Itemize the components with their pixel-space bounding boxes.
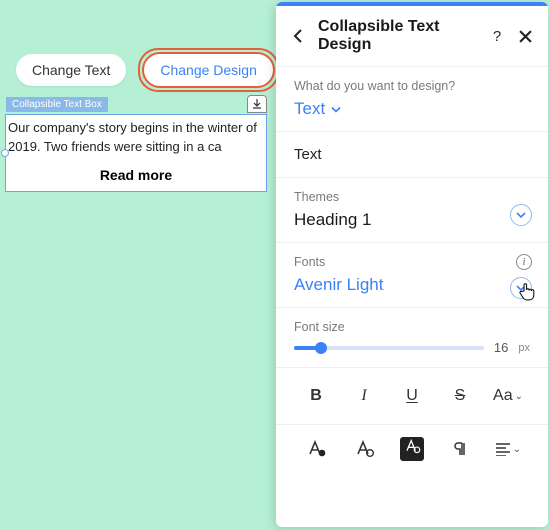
font-size-value: 16 (494, 340, 508, 355)
panel-header: Collapsible Text Design ? (276, 6, 548, 67)
close-icon (519, 30, 532, 43)
back-button[interactable] (290, 27, 308, 45)
fonts-section: i Fonts Avenir Light (276, 243, 548, 308)
fonts-label: Fonts (294, 255, 530, 269)
fonts-value: Avenir Light (294, 275, 530, 295)
change-design-button[interactable]: Change Design (142, 52, 275, 88)
text-direction-button[interactable] (445, 437, 475, 461)
themes-label: Themes (294, 190, 530, 204)
collapsible-text-box[interactable]: Collapsible Text Box Our company's story… (5, 114, 267, 192)
themes-dropdown-button[interactable] (510, 204, 532, 226)
chevron-down-icon (516, 285, 526, 292)
underline-button[interactable]: U (395, 382, 429, 410)
font-size-unit: px (518, 342, 530, 354)
text-case-button[interactable]: Aa⌄ (491, 382, 525, 410)
design-target-section: What do you want to design? Text (276, 67, 548, 132)
change-text-button[interactable]: Change Text (16, 54, 126, 86)
text-highlight-button[interactable] (397, 437, 427, 461)
help-button[interactable]: ? (488, 27, 506, 45)
align-icon (495, 442, 511, 456)
font-size-slider[interactable] (294, 346, 484, 350)
text-case-label: Aa (493, 387, 513, 405)
strike-button[interactable]: S (443, 382, 477, 410)
themes-section: Themes Heading 1 (276, 178, 548, 243)
info-icon[interactable]: i (516, 254, 532, 270)
text-tab[interactable]: Text (276, 132, 548, 178)
chevron-left-icon (293, 29, 305, 43)
font-size-label: Font size (294, 320, 530, 334)
panel-title: Collapsible Text Design (318, 18, 478, 54)
element-tag-label: Collapsible Text Box (6, 97, 108, 112)
panel-body[interactable]: What do you want to design? Text Text Th… (276, 67, 548, 527)
element-body-text: Our company's story begins in the winter… (6, 115, 266, 161)
themes-value: Heading 1 (294, 210, 530, 230)
chevron-down-icon (331, 99, 341, 119)
text-color-icon (306, 440, 326, 458)
text-color-button[interactable] (301, 437, 331, 461)
text-style-row: B I U S Aa⌄ (276, 368, 548, 425)
text-tools-row: ⌄ (276, 425, 548, 473)
font-size-section: Font size 16 px (276, 308, 548, 368)
change-design-highlight: Change Design (138, 48, 279, 92)
download-icon (252, 99, 262, 109)
slider-thumb[interactable] (315, 342, 327, 354)
text-outline-button[interactable] (349, 437, 379, 461)
paragraph-icon (452, 441, 468, 457)
text-highlight-icon (400, 437, 424, 461)
design-target-value: Text (294, 99, 325, 119)
design-target-label: What do you want to design? (294, 79, 530, 93)
design-panel: Collapsible Text Design ? What do you wa… (276, 2, 548, 527)
text-outline-icon (354, 440, 374, 458)
download-icon-badge[interactable] (247, 95, 267, 113)
read-more-label[interactable]: Read more (6, 161, 266, 191)
close-button[interactable] (516, 27, 534, 45)
chevron-down-icon: ⌄ (513, 444, 521, 455)
design-target-dropdown[interactable]: Text (294, 99, 530, 119)
chevron-down-icon: ⌄ (515, 391, 523, 402)
bold-button[interactable]: B (299, 382, 333, 410)
chevron-down-icon (516, 212, 526, 219)
fonts-dropdown-button[interactable] (510, 277, 532, 299)
italic-button[interactable]: I (347, 382, 381, 410)
resize-handle-left[interactable] (1, 149, 9, 157)
align-button[interactable]: ⌄ (493, 437, 523, 461)
